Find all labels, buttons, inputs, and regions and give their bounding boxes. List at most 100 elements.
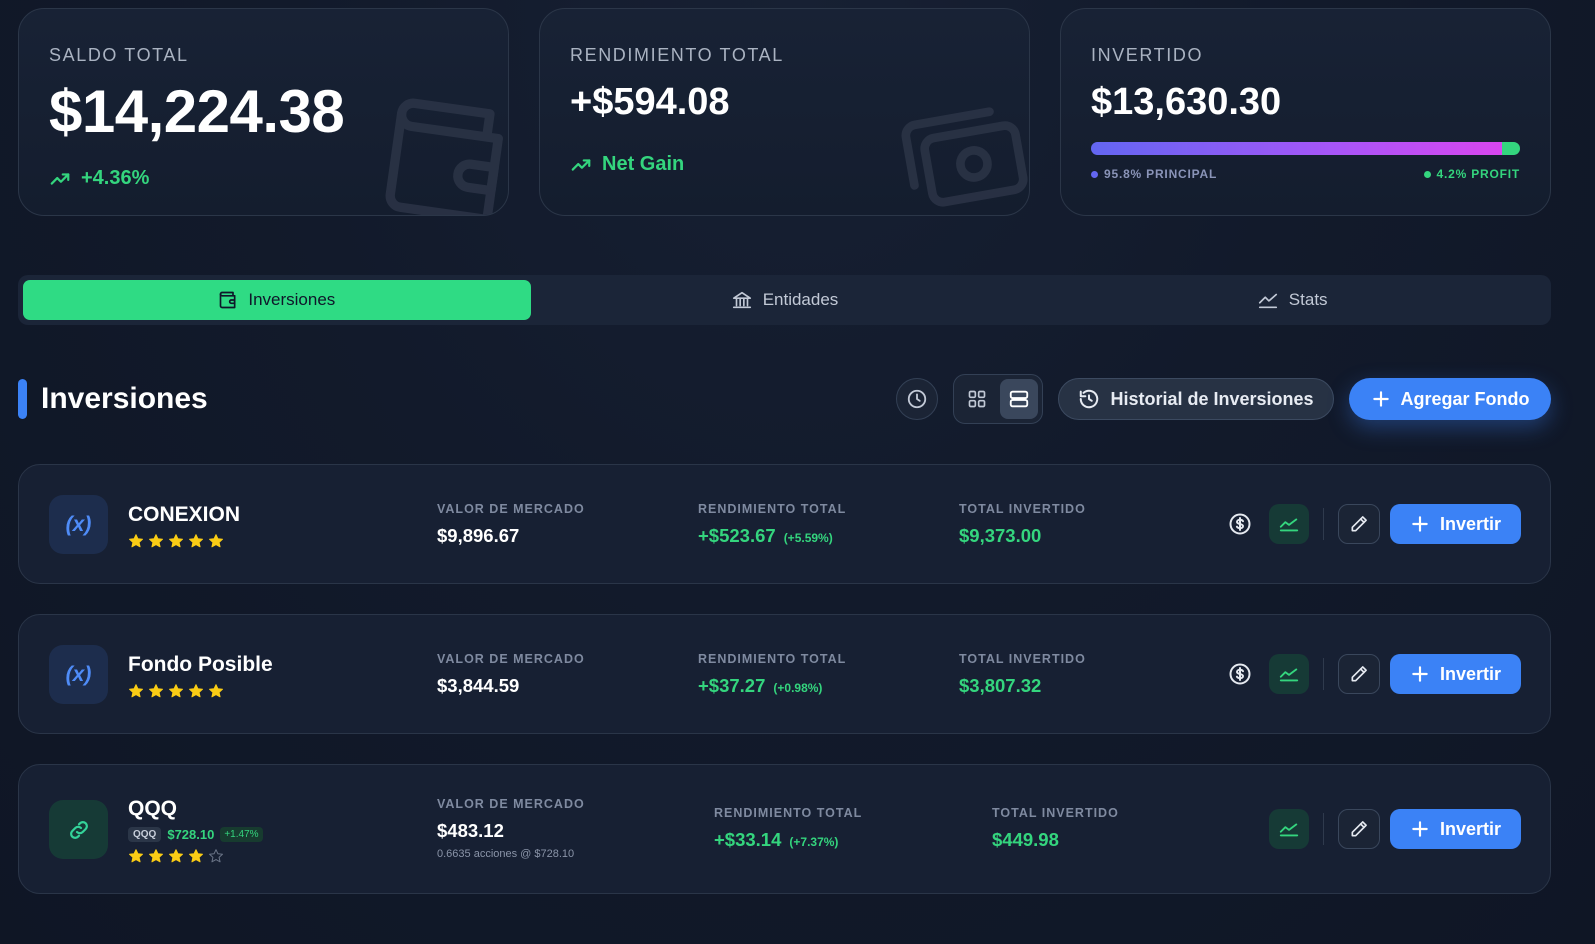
history-button-label: Historial de Inversiones [1110, 388, 1314, 409]
market-value-label: VALOR DE MERCADO [437, 502, 585, 516]
view-toggle [953, 374, 1043, 424]
section-accent-bar [18, 379, 27, 419]
ticker-symbol: QQQ [128, 827, 162, 842]
net-gain: Net Gain [570, 153, 684, 176]
saldo-total-value: $14,224.38 [49, 78, 345, 145]
principal-legend-label: 95.8% PRINCIPAL [1104, 167, 1218, 181]
star-filled-icon [169, 849, 183, 863]
history-icon [1080, 389, 1099, 409]
invest-button[interactable]: Invertir [1390, 654, 1521, 694]
total-invested-label: TOTAL INVERTIDO [959, 502, 1086, 516]
total-invested-metric: TOTAL INVERTIDO $449.98 [992, 806, 1119, 851]
total-invested-value: $449.98 [992, 829, 1059, 850]
profit-legend-label: 4.2% PROFIT [1436, 167, 1520, 181]
edit-button[interactable] [1338, 809, 1380, 849]
net-gain-label: Net Gain [602, 153, 685, 175]
star-empty-icon [209, 849, 223, 863]
dividend-button[interactable] [1221, 655, 1259, 693]
invest-button[interactable]: Invertir [1390, 504, 1521, 544]
market-value-label: VALOR DE MERCADO [437, 797, 585, 811]
total-return-percent: (+0.98%) [773, 681, 823, 695]
row-actions: Invertir [1221, 654, 1521, 694]
trending-up-icon [50, 172, 70, 185]
total-return-label: RENDIMIENTO TOTAL [698, 652, 847, 666]
area-chart-icon [1279, 668, 1299, 682]
page-title: Inversiones [41, 382, 208, 415]
dividend-button[interactable] [1221, 505, 1259, 543]
list-view-button[interactable] [1000, 379, 1038, 419]
edit-button[interactable] [1338, 504, 1380, 544]
tab-entidades[interactable]: Entidades [531, 280, 1039, 320]
recent-button[interactable] [896, 378, 938, 420]
total-return-metric: RENDIMIENTO TOTAL +$523.67 (+5.59%) [698, 502, 846, 547]
star-filled-icon [209, 534, 223, 548]
total-return-label: RENDIMIENTO TOTAL [714, 806, 863, 820]
saldo-change: +4.36% [49, 167, 149, 190]
invest-button-label: Invertir [1439, 818, 1502, 839]
row-actions: Invertir [1269, 809, 1521, 849]
star-filled-icon [169, 684, 183, 698]
principal-dot [1091, 170, 1098, 178]
principal-fill [1091, 142, 1502, 155]
total-invested-metric: TOTAL INVERTIDO $9,373.00 [959, 502, 1086, 547]
total-invested-metric: TOTAL INVERTIDO $3,807.32 [959, 652, 1086, 697]
grid-icon [968, 390, 986, 408]
row-actions: Invertir [1221, 504, 1521, 544]
performance-chart-button[interactable] [1269, 809, 1309, 849]
saldo-total-label: SALDO TOTAL [49, 45, 189, 65]
history-button[interactable]: Historial de Inversiones [1058, 378, 1334, 420]
invertido-card: INVERTIDO $13,630.30 95.8% PRINCIPAL 4.2… [1060, 8, 1551, 216]
invest-button[interactable]: Invertir [1390, 809, 1521, 849]
plus-icon [1412, 666, 1428, 682]
edit-button[interactable] [1338, 654, 1380, 694]
fund-row: QQQ QQQ $728.10 +1.47% VALOR DE MERCADO … [18, 764, 1551, 894]
market-value-metric: VALOR DE MERCADO $483.12 0.6635 acciones… [437, 797, 585, 860]
plus-icon [1412, 516, 1428, 532]
pencil-icon [1351, 516, 1367, 532]
rendimiento-total-label: RENDIMIENTO TOTAL [570, 45, 784, 65]
invested-progress-bar [1091, 142, 1520, 155]
plus-icon [1372, 391, 1389, 407]
wallet-bg-icon [385, 98, 503, 215]
fund-avatar [49, 800, 108, 859]
total-invested-value: $3,807.32 [959, 675, 1042, 696]
total-return-value: +$33.14 [714, 829, 782, 850]
area-chart-icon [1279, 518, 1299, 532]
total-invested-value: $9,373.00 [959, 525, 1042, 546]
market-value: $3,844.59 [437, 675, 520, 696]
total-return-label: RENDIMIENTO TOTAL [698, 502, 847, 516]
star-filled-icon [149, 849, 163, 863]
fund-rating [128, 848, 224, 864]
market-value-metric: VALOR DE MERCADO $3,844.59 [437, 652, 585, 697]
performance-chart-button[interactable] [1269, 654, 1309, 694]
principal-legend: 95.8% PRINCIPAL [1091, 167, 1217, 181]
profit-fill [1501, 142, 1520, 155]
add-fund-button[interactable]: Agregar Fondo [1349, 378, 1551, 420]
rendimiento-total-value: +$594.08 [570, 81, 730, 123]
star-filled-icon [189, 534, 203, 548]
tab-stats[interactable]: Stats [1038, 280, 1546, 320]
profit-dot [1423, 170, 1431, 178]
grid-view-button[interactable] [958, 379, 996, 419]
market-value: $9,896.67 [437, 525, 520, 546]
ticker-price: $728.10 [167, 827, 215, 842]
tab-inversiones-label: Inversiones [248, 290, 336, 309]
total-return-percent: (+7.37%) [789, 835, 839, 849]
star-filled-icon [149, 684, 163, 698]
pencil-icon [1351, 821, 1367, 837]
saldo-total-card: SALDO TOTAL $14,224.38 +4.36% [18, 8, 509, 216]
variable-icon: (x) [49, 645, 108, 704]
total-return-metric: RENDIMIENTO TOTAL +$33.14 (+7.37%) [714, 806, 862, 851]
fund-name: QQQ [128, 797, 178, 820]
rendimiento-total-card: RENDIMIENTO TOTAL +$594.08 Net Gain [539, 8, 1030, 216]
actions-divider [1323, 658, 1324, 690]
market-value-label: VALOR DE MERCADO [437, 652, 585, 666]
list-icon [1009, 390, 1029, 408]
tab-stats-label: Stats [1288, 290, 1328, 309]
main-tabs: Inversiones Entidades Stats [18, 275, 1551, 325]
invertido-value: $13,630.30 [1091, 81, 1282, 123]
tab-inversiones[interactable]: Inversiones [23, 280, 531, 320]
money-bg-icon [901, 107, 1028, 207]
performance-chart-button[interactable] [1269, 504, 1309, 544]
fund-name: Fondo Posible [128, 653, 273, 676]
